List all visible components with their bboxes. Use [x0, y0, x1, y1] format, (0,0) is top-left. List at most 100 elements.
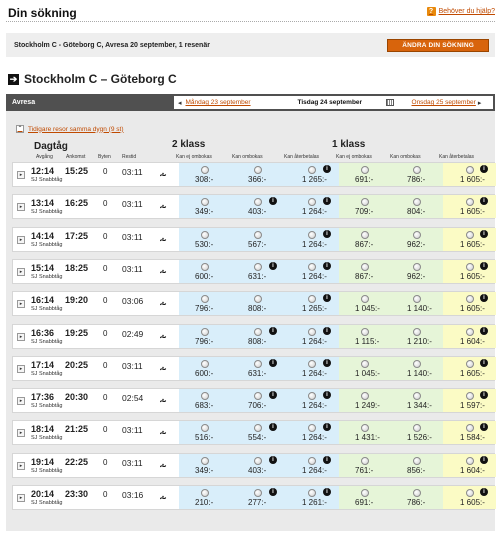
expand-trip-icon[interactable]: ▸: [17, 494, 25, 502]
fare-radio[interactable]: [201, 295, 209, 304]
fare-radio[interactable]: [201, 262, 209, 271]
fare-radio[interactable]: [466, 262, 474, 271]
fare-radio[interactable]: [466, 359, 474, 368]
expand-trip-icon[interactable]: ▸: [17, 397, 25, 406]
help-link[interactable]: ? Behöver du hjälp?: [426, 7, 495, 16]
fare-radio[interactable]: [413, 262, 421, 271]
fare-radio[interactable]: [308, 230, 316, 239]
fare-radio[interactable]: [201, 456, 209, 465]
expand-trip-icon[interactable]: ▸: [17, 203, 25, 212]
expand-trip-icon[interactable]: ▸: [17, 461, 25, 470]
info-icon[interactable]: i: [480, 391, 488, 400]
info-icon[interactable]: i: [480, 294, 488, 303]
fare-radio[interactable]: [361, 327, 369, 336]
expand-trip-icon[interactable]: ▸: [17, 267, 25, 276]
fare-radio[interactable]: [201, 359, 209, 368]
info-icon[interactable]: i: [480, 326, 488, 335]
fare-radio[interactable]: [254, 230, 262, 239]
expand-trip-icon[interactable]: ▸: [17, 300, 25, 309]
fare-radio[interactable]: [413, 392, 421, 401]
info-icon[interactable]: i: [269, 455, 277, 464]
info-icon[interactable]: i: [480, 165, 488, 173]
expand-trip-icon[interactable]: ▸: [17, 171, 25, 179]
fare-radio[interactable]: [254, 489, 262, 497]
fare-radio[interactable]: [361, 262, 369, 271]
fare-radio[interactable]: [361, 166, 369, 174]
info-icon[interactable]: i: [269, 326, 277, 335]
fare-radio[interactable]: [413, 327, 421, 336]
fare-radio[interactable]: [254, 166, 262, 174]
fare-radio[interactable]: [361, 359, 369, 368]
info-icon[interactable]: i: [269, 261, 277, 270]
fare-radio[interactable]: [201, 489, 209, 497]
change-search-button[interactable]: ÄNDRA DIN SÖKNING: [387, 38, 489, 52]
fare-radio[interactable]: [413, 295, 421, 304]
fare-radio[interactable]: [254, 198, 262, 207]
fare-radio[interactable]: [466, 489, 474, 497]
info-icon[interactable]: i: [480, 261, 488, 270]
chevron-left-icon[interactable]: ◂: [178, 99, 182, 107]
fare-radio[interactable]: [308, 166, 316, 174]
info-icon[interactable]: i: [323, 197, 331, 206]
info-icon[interactable]: i: [269, 488, 277, 496]
fare-radio[interactable]: [308, 327, 316, 336]
fare-radio[interactable]: [466, 327, 474, 336]
fare-radio[interactable]: [413, 230, 421, 239]
fare-radio[interactable]: [254, 424, 262, 433]
info-icon[interactable]: i: [323, 488, 331, 496]
fare-radio[interactable]: [254, 262, 262, 271]
fare-radio[interactable]: [466, 392, 474, 401]
fare-radio[interactable]: [308, 424, 316, 433]
fare-radio[interactable]: [466, 198, 474, 207]
expand-trip-icon[interactable]: ▸: [17, 332, 25, 341]
info-icon[interactable]: i: [323, 358, 331, 367]
info-icon[interactable]: i: [323, 326, 331, 335]
fare-radio[interactable]: [361, 230, 369, 239]
fare-radio[interactable]: [201, 424, 209, 433]
earlier-trips-link[interactable]: ⌃ Tidigare resor samma dygn (9 st): [16, 125, 124, 133]
info-icon[interactable]: i: [480, 455, 488, 464]
fare-radio[interactable]: [361, 424, 369, 433]
fare-radio[interactable]: [308, 392, 316, 401]
fare-radio[interactable]: [201, 198, 209, 207]
info-icon[interactable]: i: [269, 423, 277, 432]
info-icon[interactable]: i: [480, 423, 488, 432]
fare-radio[interactable]: [201, 392, 209, 401]
fare-radio[interactable]: [254, 456, 262, 465]
fare-radio[interactable]: [413, 166, 421, 174]
fare-radio[interactable]: [466, 424, 474, 433]
fare-radio[interactable]: [254, 327, 262, 336]
info-icon[interactable]: i: [323, 165, 331, 173]
info-icon[interactable]: i: [269, 197, 277, 206]
info-icon[interactable]: i: [323, 455, 331, 464]
fare-radio[interactable]: [254, 359, 262, 368]
fare-radio[interactable]: [308, 489, 316, 497]
fare-radio[interactable]: [413, 489, 421, 497]
fare-radio[interactable]: [201, 230, 209, 239]
info-icon[interactable]: i: [269, 358, 277, 367]
fare-radio[interactable]: [201, 327, 209, 336]
info-icon[interactable]: i: [269, 391, 277, 400]
fare-radio[interactable]: [308, 262, 316, 271]
info-icon[interactable]: i: [323, 294, 331, 303]
fare-radio[interactable]: [308, 295, 316, 304]
fare-radio[interactable]: [361, 198, 369, 207]
next-day-link[interactable]: Onsdag 25 september: [412, 99, 476, 106]
info-icon[interactable]: i: [323, 229, 331, 238]
info-icon[interactable]: i: [480, 488, 488, 496]
expand-trip-icon[interactable]: ▸: [17, 235, 25, 244]
previous-day-link[interactable]: Måndag 23 september: [186, 99, 286, 106]
fare-radio[interactable]: [361, 295, 369, 304]
fare-radio[interactable]: [413, 359, 421, 368]
calendar-icon[interactable]: [385, 99, 394, 106]
fare-radio[interactable]: [466, 166, 474, 174]
info-icon[interactable]: i: [480, 358, 488, 367]
fare-radio[interactable]: [361, 456, 369, 465]
fare-radio[interactable]: [308, 359, 316, 368]
fare-radio[interactable]: [361, 392, 369, 401]
fare-radio[interactable]: [413, 198, 421, 207]
fare-radio[interactable]: [308, 198, 316, 207]
fare-radio[interactable]: [308, 456, 316, 465]
info-icon[interactable]: i: [480, 197, 488, 206]
chevron-right-icon[interactable]: ▸: [478, 99, 482, 107]
